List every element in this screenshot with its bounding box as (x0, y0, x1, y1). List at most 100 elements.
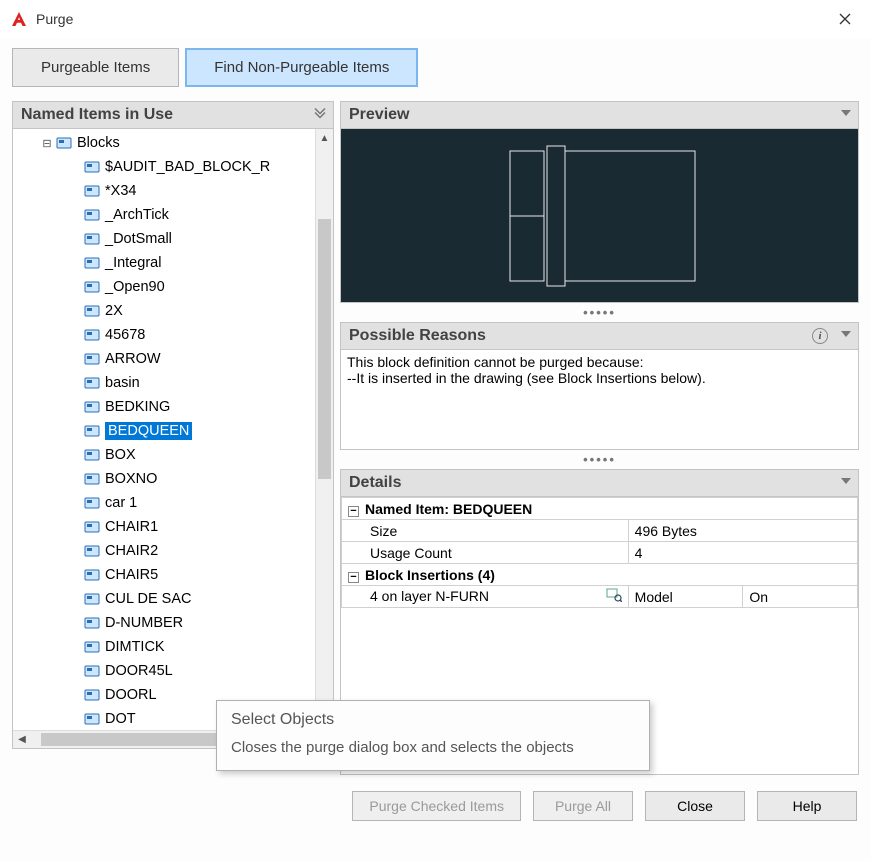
reason-line-2: --It is inserted in the drawing (see Blo… (347, 370, 852, 386)
scroll-left-icon[interactable]: ◀ (13, 734, 31, 745)
close-icon[interactable] (825, 5, 865, 33)
block-icon (83, 688, 101, 702)
details-named-item-row: −Named Item: BEDQUEEN (342, 498, 858, 520)
tree-item[interactable]: basin (13, 371, 333, 395)
block-icon (83, 376, 101, 390)
tree-item[interactable]: CHAIR2 (13, 539, 333, 563)
tree-item[interactable]: CUL DE SAC (13, 587, 333, 611)
block-icon (55, 136, 73, 150)
tree-item[interactable]: $AUDIT_BAD_BLOCK_R (13, 155, 333, 179)
dialog-footer: Purge Checked Items Purge All Close Help (12, 791, 859, 821)
tree-item[interactable]: _ArchTick (13, 203, 333, 227)
tree-item[interactable]: BOX (13, 443, 333, 467)
tooltip-title: Select Objects (231, 711, 635, 729)
block-icon (83, 472, 101, 486)
tree-item-label: basin (105, 375, 140, 391)
splitter-handle[interactable]: ••••• (340, 303, 859, 322)
tree-item[interactable]: DOOR45L (13, 659, 333, 683)
tree-item-label: CHAIR1 (105, 519, 158, 535)
tree-item[interactable]: ARROW (13, 347, 333, 371)
details-header[interactable]: Details (340, 469, 859, 497)
left-panel-header[interactable]: Named Items in Use (12, 101, 334, 129)
tree-item-label: DOORL (105, 687, 157, 703)
tree-item-label: DOOR45L (105, 663, 173, 679)
block-icon (83, 448, 101, 462)
preview-canvas (340, 129, 859, 303)
tree-item[interactable]: _Integral (13, 251, 333, 275)
tree-item[interactable]: 2X (13, 299, 333, 323)
usage-value: 4 (628, 542, 857, 564)
reasons-header[interactable]: Possible Reasons i (340, 322, 859, 350)
chevron-down-icon (840, 474, 852, 492)
block-icon (83, 184, 101, 198)
tree-item[interactable]: *X34 (13, 179, 333, 203)
help-button[interactable]: Help (757, 791, 857, 821)
tree-root-blocks[interactable]: ⊟ Blocks (13, 131, 333, 155)
tree-item-label: $AUDIT_BAD_BLOCK_R (105, 159, 270, 175)
tree-item-label: _ArchTick (105, 207, 169, 223)
chevron-down-icon (840, 106, 852, 124)
tree-item[interactable]: D-NUMBER (13, 611, 333, 635)
block-icon (83, 496, 101, 510)
tree-item[interactable]: _DotSmall (13, 227, 333, 251)
tab-purgeable-items[interactable]: Purgeable Items (12, 48, 179, 87)
select-objects-icon[interactable] (606, 588, 622, 605)
tree-toggle-icon[interactable]: ⊟ (41, 137, 53, 150)
purge-checked-button: Purge Checked Items (352, 791, 521, 821)
reasons-text: This block definition cannot be purged b… (340, 350, 859, 450)
tree-item[interactable]: car 1 (13, 491, 333, 515)
tooltip-body: Closes the purge dialog box and selects … (231, 739, 635, 756)
tree-item[interactable]: CHAIR1 (13, 515, 333, 539)
tree-item-label: *X34 (105, 183, 136, 199)
tree-view[interactable]: ⊟ Blocks $AUDIT_BAD_BLOCK_R *X34 _ArchTick _D… (12, 129, 334, 749)
tree-item[interactable]: CHAIR5 (13, 563, 333, 587)
close-button[interactable]: Close (645, 791, 745, 821)
tree-item-label: BEDKING (105, 399, 170, 415)
size-label: Size (342, 520, 629, 542)
tree-item[interactable]: _Open90 (13, 275, 333, 299)
collapse-icon[interactable]: − (348, 506, 359, 517)
tree-item[interactable]: BEDKING (13, 395, 333, 419)
block-icon (83, 280, 101, 294)
window-title: Purge (36, 11, 73, 27)
tree-item[interactable]: BEDQUEEN (13, 419, 333, 443)
block-icon (83, 160, 101, 174)
scroll-up-icon[interactable]: ▲ (316, 129, 333, 147)
block-icon (83, 424, 101, 438)
tree-item-label: 45678 (105, 327, 145, 343)
tree-item[interactable]: BOXNO (13, 467, 333, 491)
tree-item-label: BOXNO (105, 471, 157, 487)
block-icon (83, 328, 101, 342)
tab-find-non-purgeable[interactable]: Find Non-Purgeable Items (185, 48, 418, 87)
tooltip: Select Objects Closes the purge dialog b… (216, 700, 650, 771)
details-size-row: Size 496 Bytes (342, 520, 858, 542)
left-panel-title: Named Items in Use (21, 106, 173, 124)
usage-label: Usage Count (342, 542, 629, 564)
block-icon (83, 592, 101, 606)
block-icon (83, 208, 101, 222)
tree-item-label: CHAIR2 (105, 543, 158, 559)
info-icon[interactable]: i (812, 328, 828, 344)
block-icon (83, 304, 101, 318)
vertical-scrollbar[interactable]: ▲ ▼ (315, 129, 333, 730)
tree-item-label: car 1 (105, 495, 137, 511)
block-icon (83, 568, 101, 582)
block-icon (83, 664, 101, 678)
details-insertion-row[interactable]: 4 on layer N-FURN Model On (342, 586, 858, 608)
tree-item-label: CUL DE SAC (105, 591, 191, 607)
splitter-handle[interactable]: ••••• (340, 450, 859, 469)
tree-item-label: D-NUMBER (105, 615, 183, 631)
hscroll-thumb[interactable] (41, 733, 241, 746)
block-icon (83, 400, 101, 414)
tab-strip: Purgeable Items Find Non-Purgeable Items (12, 48, 859, 87)
collapse-icon[interactable]: − (348, 572, 359, 583)
tree-item[interactable]: 45678 (13, 323, 333, 347)
scroll-thumb[interactable] (318, 219, 331, 479)
tree-root-label: Blocks (77, 135, 120, 151)
tree-item[interactable]: DIMTICK (13, 635, 333, 659)
block-icon (83, 232, 101, 246)
details-insertions-header-row: −Block Insertions (4) (342, 564, 858, 586)
preview-header[interactable]: Preview (340, 101, 859, 129)
block-icon (83, 256, 101, 270)
block-icon (83, 640, 101, 654)
